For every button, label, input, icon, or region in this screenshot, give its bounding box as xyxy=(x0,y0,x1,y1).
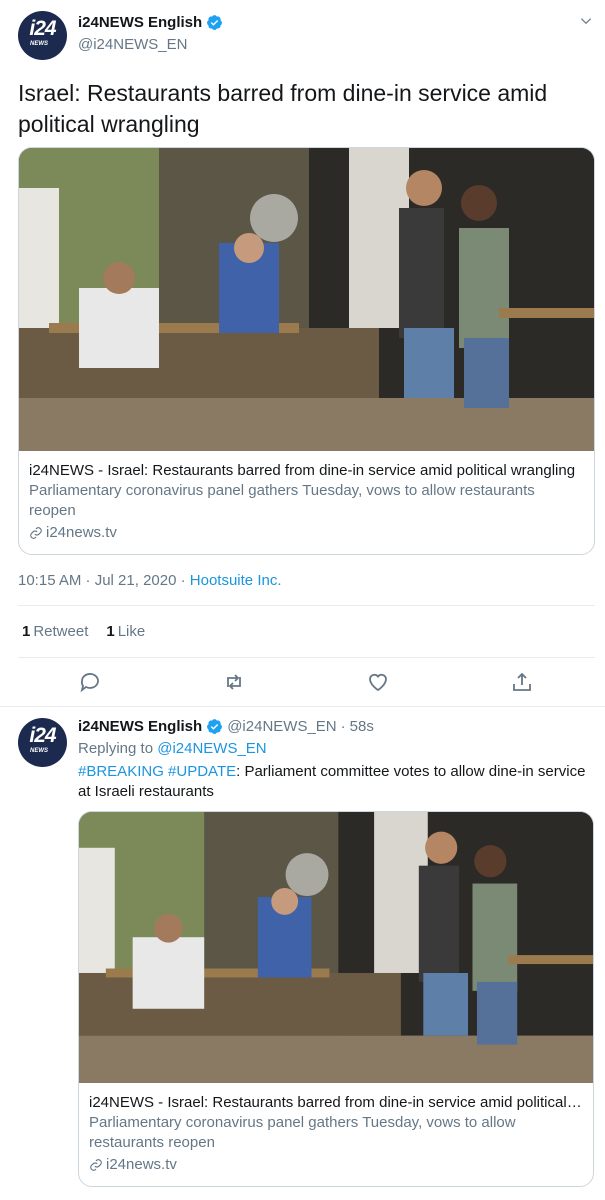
retweet-icon[interactable] xyxy=(222,670,246,694)
retweets-label: Retweet xyxy=(33,623,89,640)
divider xyxy=(18,605,595,606)
replying-to-mention[interactable]: @i24NEWS_EN xyxy=(157,740,266,757)
reply-author-display-name[interactable]: i24NEWS English xyxy=(78,718,202,735)
reply-link-card[interactable]: i24NEWS - Israel: Restaurants barred fro… xyxy=(78,811,594,1187)
restaurant-photo xyxy=(79,812,593,1083)
hashtag-breaking[interactable]: #BREAKING xyxy=(78,763,164,780)
likes-count: 1 xyxy=(106,623,115,640)
chevron-down-icon[interactable] xyxy=(579,14,593,28)
card-title: i24NEWS - Israel: Restaurants barred fro… xyxy=(29,462,576,479)
card-title: i24NEWS - Israel: Restaurants barred fro… xyxy=(89,1094,583,1111)
timestamp-text[interactable]: 10:15 AM · Jul 21, 2020 · xyxy=(18,572,190,589)
card-domain: i24news.tv xyxy=(89,1155,583,1175)
reply-avatar[interactable]: i24 NEWS xyxy=(18,718,67,767)
verified-icon xyxy=(207,15,223,30)
replying-to-prefix: Replying to xyxy=(78,740,158,757)
divider xyxy=(18,657,595,658)
card-domain-text: i24news.tv xyxy=(46,524,117,541)
card-meta: i24NEWS - Israel: Restaurants barred fro… xyxy=(19,451,594,551)
retweets-count: 1 xyxy=(22,623,31,640)
avatar-logo-text: i24 xyxy=(29,17,56,40)
verified-icon xyxy=(207,719,223,734)
reply-author-handle[interactable]: @i24NEWS_EN xyxy=(227,718,336,735)
hashtag-update[interactable]: #UPDATE xyxy=(168,763,236,780)
restaurant-photo xyxy=(19,148,594,451)
tweet-stats: 1 Retweet 1 Like xyxy=(22,623,145,640)
main-tweet: i24 NEWS i24NEWS English @i24NEWS_EN Isr… xyxy=(0,0,605,707)
tweet-text: Israel: Restaurants barred from dine-in … xyxy=(18,80,548,137)
avatar-logo-sub: NEWS xyxy=(30,41,48,47)
link-icon xyxy=(30,527,42,539)
author-name-line: i24NEWS English xyxy=(78,14,223,31)
reply-age[interactable]: 58s xyxy=(350,718,374,735)
dot-separator: · xyxy=(340,718,346,735)
card-photo xyxy=(79,812,593,1083)
card-photo xyxy=(19,148,594,451)
tweet-timestamp: 10:15 AM · Jul 21, 2020 · Hootsuite Inc. xyxy=(18,572,282,589)
tweet-actions xyxy=(0,670,605,696)
reply-icon[interactable] xyxy=(78,670,102,694)
like-icon[interactable] xyxy=(366,670,390,694)
card-description: Parliamentary coronavirus panel gathers … xyxy=(29,482,535,519)
tweet-source[interactable]: Hootsuite Inc. xyxy=(190,572,282,589)
avatar-logo-sub: NEWS xyxy=(30,748,48,754)
card-meta: i24NEWS - Israel: Restaurants barred fro… xyxy=(79,1083,593,1183)
link-icon xyxy=(90,1159,102,1171)
reply-tweet-text: #BREAKING #UPDATE: Parliament committee … xyxy=(78,762,593,802)
avatar-logo-text: i24 xyxy=(29,724,56,747)
author-handle[interactable]: @i24NEWS_EN xyxy=(78,36,187,53)
author-display-name[interactable]: i24NEWS English xyxy=(78,14,202,31)
card-domain-text: i24news.tv xyxy=(106,1156,177,1173)
card-description: Parliamentary coronavirus panel gathers … xyxy=(89,1114,516,1151)
reply-author-line: i24NEWS English @i24NEWS_EN · 58s xyxy=(78,718,374,735)
retweets-stat[interactable]: 1 Retweet xyxy=(22,623,88,640)
likes-label: Like xyxy=(117,623,146,640)
link-card[interactable]: i24NEWS - Israel: Restaurants barred fro… xyxy=(18,147,595,555)
replying-to: Replying to @i24NEWS_EN xyxy=(78,740,267,757)
share-icon[interactable] xyxy=(510,670,534,694)
likes-stat[interactable]: 1 Like xyxy=(106,623,145,640)
card-domain: i24news.tv xyxy=(29,523,584,543)
avatar[interactable]: i24 NEWS xyxy=(18,11,67,60)
